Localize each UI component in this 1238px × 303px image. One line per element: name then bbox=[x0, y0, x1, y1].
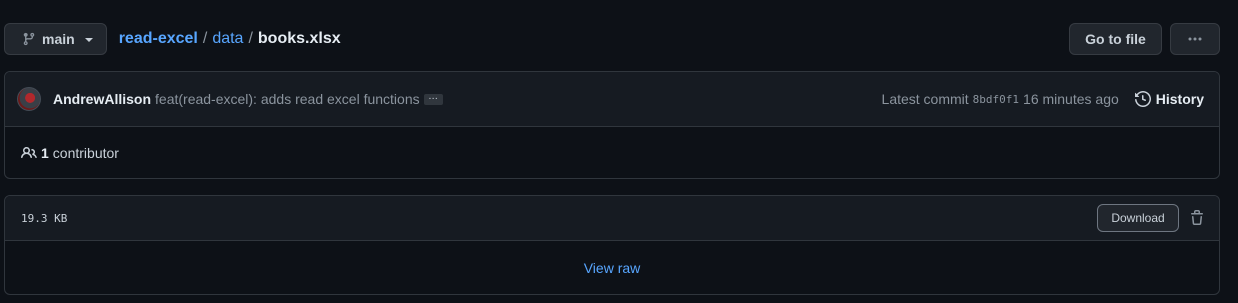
history-icon bbox=[1134, 91, 1151, 107]
breadcrumb-separator: / bbox=[248, 30, 253, 47]
latest-commit-label: Latest commit bbox=[881, 91, 969, 107]
download-button[interactable]: Download bbox=[1097, 204, 1179, 232]
people-icon bbox=[21, 145, 37, 161]
latest-commit-box: AndrewAllison feat(read-excel): adds rea… bbox=[4, 71, 1220, 179]
contributor-label: contributor bbox=[52, 145, 119, 161]
commit-time: 16 minutes ago bbox=[1023, 91, 1119, 107]
breadcrumb: read-excel / data / books.xlsx bbox=[119, 30, 341, 48]
trash-icon[interactable] bbox=[1189, 210, 1205, 226]
git-branch-icon bbox=[22, 32, 36, 46]
contributor-count: 1 bbox=[41, 145, 49, 161]
avatar[interactable] bbox=[17, 87, 41, 111]
caret-down-icon bbox=[84, 38, 93, 42]
file-viewer-box: 19.3 KB Download View raw bbox=[4, 195, 1220, 295]
breadcrumb-separator: / bbox=[202, 30, 208, 47]
more-options-button[interactable] bbox=[1170, 23, 1220, 55]
view-raw-link[interactable]: View raw bbox=[584, 260, 641, 276]
commit-author-link[interactable]: AndrewAllison bbox=[53, 91, 151, 107]
branch-selector-button[interactable]: main bbox=[4, 23, 107, 55]
commit-header: AndrewAllison feat(read-excel): adds rea… bbox=[5, 72, 1219, 127]
file-header: 19.3 KB Download bbox=[5, 196, 1219, 241]
file-navigation-bar: main read-excel / data / books.xlsx Go t… bbox=[4, 23, 1220, 55]
breadcrumb-folder-link[interactable]: data bbox=[212, 30, 243, 48]
commit-message-link[interactable]: feat(read-excel): adds read excel functi… bbox=[155, 91, 420, 107]
go-to-file-button[interactable]: Go to file bbox=[1069, 23, 1162, 55]
contributors-row[interactable]: 1 contributor bbox=[5, 127, 1219, 178]
file-size: 19.3 KB bbox=[21, 211, 68, 225]
branch-name: main bbox=[42, 31, 75, 47]
breadcrumb-repo-link[interactable]: read-excel bbox=[119, 30, 198, 48]
history-label: History bbox=[1155, 91, 1204, 107]
kebab-horizontal-icon bbox=[1187, 31, 1203, 47]
expand-commit-message-button[interactable]: … bbox=[423, 92, 443, 105]
file-body: View raw bbox=[5, 241, 1219, 294]
commit-sha-link[interactable]: 8bdf0f1 bbox=[973, 93, 1019, 106]
history-button[interactable]: History bbox=[1134, 91, 1204, 107]
breadcrumb-current-file: books.xlsx bbox=[257, 30, 341, 47]
